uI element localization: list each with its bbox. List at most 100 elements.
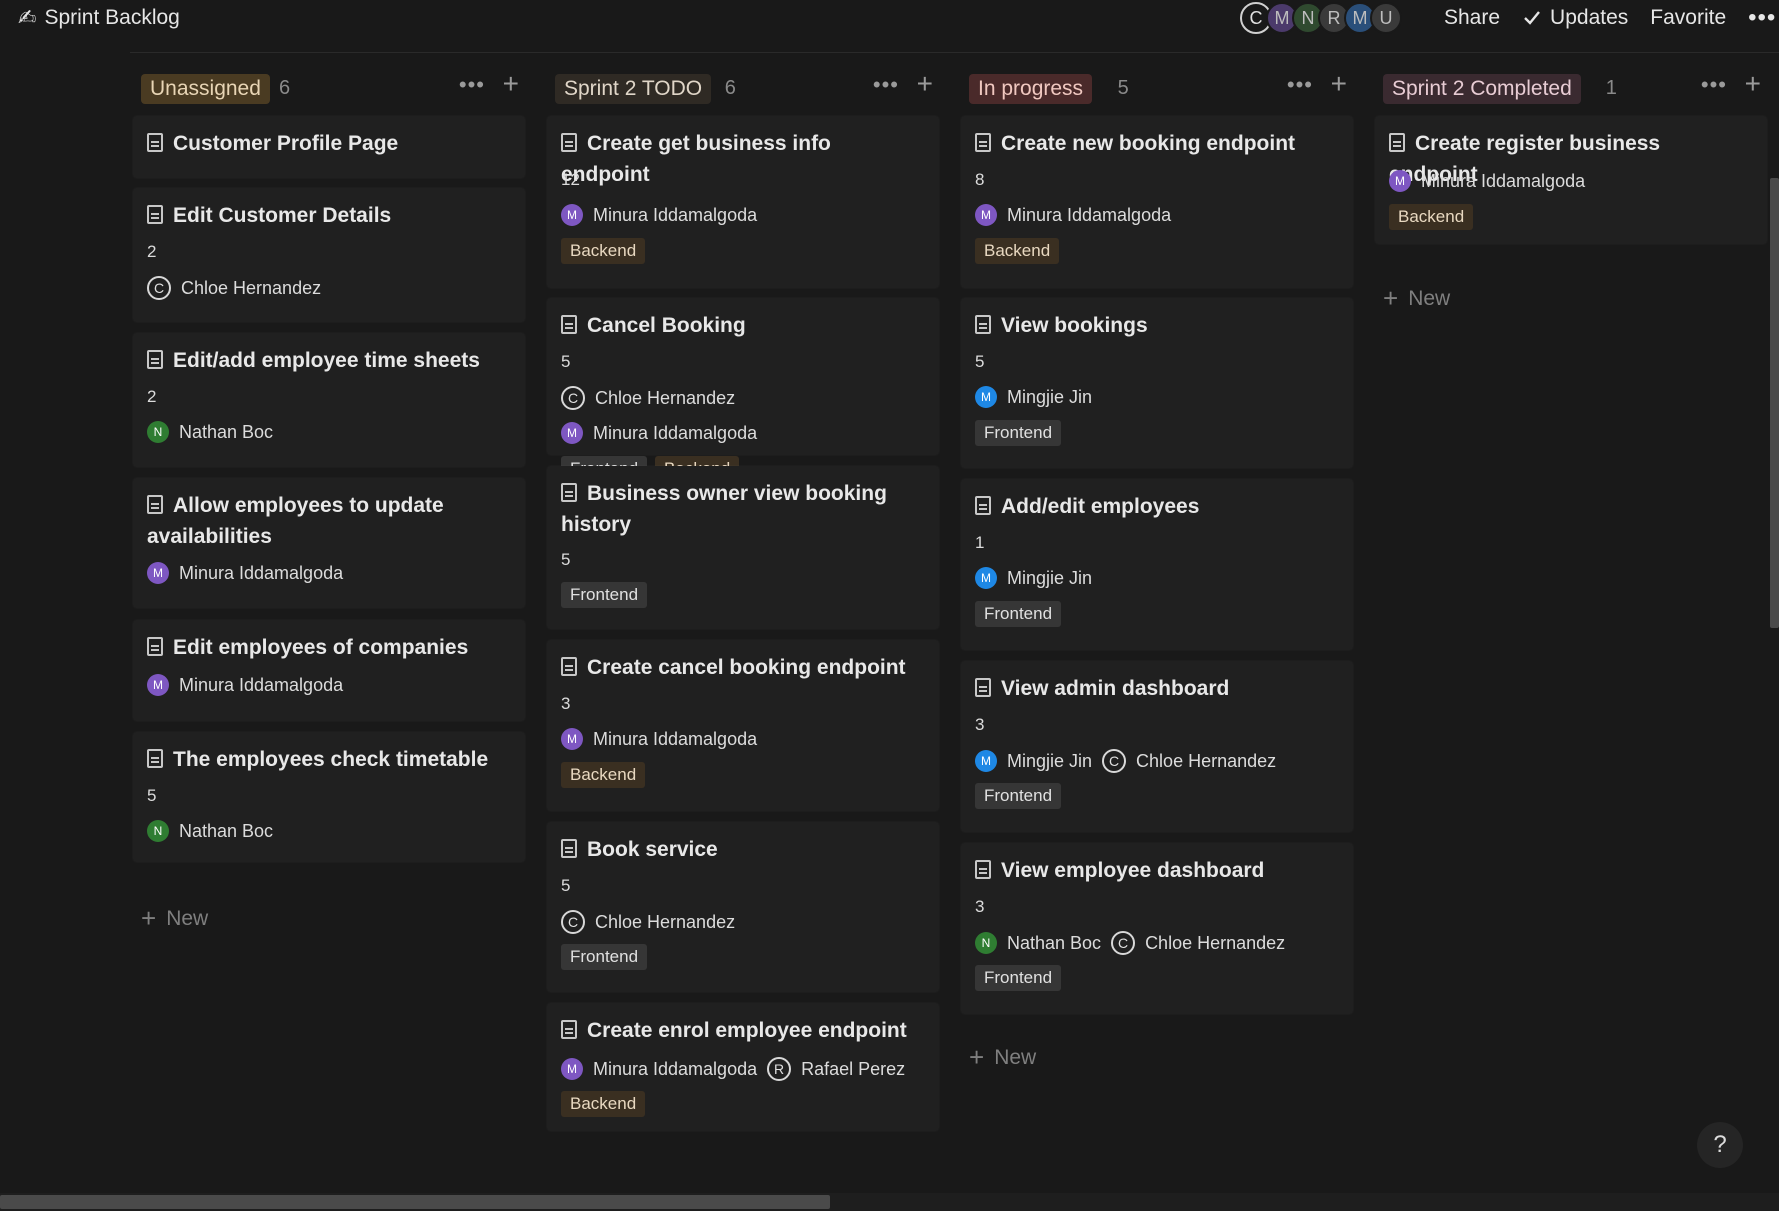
avatar: M: [561, 1058, 583, 1080]
board-card[interactable]: Edit/add employee time sheets 2 N Nathan Bo…: [133, 333, 525, 467]
assignee[interactable]: M Minura Iddamalgoda: [147, 674, 343, 696]
avatar: M: [147, 562, 169, 584]
board-card[interactable]: The employees check timetable 5 N Nathan Bo…: [133, 732, 525, 862]
column-count: 1: [1605, 77, 1617, 99]
column-count: 6: [279, 77, 291, 99]
board-card[interactable]: Create get business info endpoint 12 M Minu…: [547, 116, 939, 288]
page-icon: [147, 133, 163, 152]
card-points: 12: [561, 170, 580, 189]
board-card[interactable]: Edit employees of companies M Minura Iddam…: [133, 620, 525, 721]
card-title: Create enrol employee endpoint: [561, 1015, 925, 1046]
card-title-text: Allow employees to update availabilities: [147, 494, 444, 548]
card-title-text: Create cancel booking endpoint: [587, 656, 906, 679]
page-icon: [975, 133, 991, 152]
board-card[interactable]: Create new booking endpoint 8 M Minura Idda…: [961, 116, 1353, 288]
assignee[interactable]: M Mingjie Jin: [975, 386, 1092, 408]
help-button[interactable]: ?: [1697, 1122, 1743, 1168]
more-options-icon[interactable]: •••: [1748, 4, 1776, 32]
horizontal-scrollbar[interactable]: [0, 1193, 1779, 1211]
column-add-icon[interactable]: +: [1745, 68, 1761, 100]
horizontal-scrollbar-thumb[interactable]: [0, 1195, 830, 1209]
vertical-scrollbar-thumb[interactable]: [1770, 178, 1779, 628]
assignee[interactable]: C Chloe Hernandez: [561, 910, 735, 934]
board-card[interactable]: View bookings 5 M Mingjie Jin Frontend: [961, 298, 1353, 468]
card-tags: Frontend: [561, 944, 648, 970]
page-icon: [975, 678, 991, 697]
assignee[interactable]: M Mingjie Jin: [975, 567, 1092, 589]
assignee[interactable]: N Nathan Boc: [975, 932, 1101, 954]
assignee[interactable]: M Minura Iddamalgoda: [561, 728, 757, 750]
collaborator-avatars[interactable]: CMNRMU: [1240, 2, 1402, 34]
page-title: Sprint Backlog: [44, 6, 180, 29]
column-status-pill[interactable]: Sprint 2 Completed: [1383, 74, 1581, 104]
card-title: The employees check timetable: [147, 744, 511, 775]
column-more-icon[interactable]: •••: [1287, 72, 1313, 98]
column-status-pill[interactable]: Sprint 2 TODO: [555, 74, 712, 104]
board-card[interactable]: Create cancel booking endpoint 3 M Minura I…: [547, 640, 939, 811]
column-more-icon[interactable]: •••: [873, 72, 899, 98]
card-tags: Backend: [561, 762, 646, 788]
assignee[interactable]: M Minura Iddamalgoda: [975, 204, 1171, 226]
column-status-pill[interactable]: Unassigned: [141, 74, 270, 104]
assignee-name: Mingjie Jin: [1007, 386, 1093, 407]
column-header: Sprint 2 TODO 6 ••• +: [547, 58, 939, 120]
board-card[interactable]: Book service 5 C Chloe Hernandez Frontend: [547, 822, 939, 992]
updates-label: Updates: [1550, 6, 1629, 29]
assignee-row: M Minura Iddamalgoda: [561, 204, 757, 226]
card-title: View admin dashboard: [975, 673, 1339, 704]
board-card[interactable]: Allow employees to update availabilities…: [133, 478, 525, 608]
assignee[interactable]: C Chloe Hernandez: [1111, 931, 1285, 955]
column-more-icon[interactable]: •••: [459, 72, 485, 98]
board-card[interactable]: Edit Customer Details 2 C Chloe Hernandez: [133, 188, 525, 322]
column-more-icon[interactable]: •••: [1701, 72, 1727, 98]
share-button[interactable]: Share: [1444, 4, 1500, 32]
avatar: M: [561, 728, 583, 750]
assignee[interactable]: C Chloe Hernandez: [147, 276, 321, 300]
card-title: Create cancel booking endpoint: [561, 652, 925, 683]
assignee[interactable]: M Minura Iddamalgoda: [561, 1058, 757, 1080]
tag-frontend: Frontend: [975, 965, 1062, 991]
tag-frontend: Frontend: [561, 582, 648, 608]
assignee[interactable]: R Rafael Perez: [767, 1057, 905, 1081]
assignee[interactable]: C Chloe Hernandez: [561, 386, 735, 410]
avatar: C: [1102, 749, 1127, 773]
new-card-button[interactable]: + New: [1383, 283, 1450, 314]
assignee[interactable]: M Minura Iddamalgoda: [561, 422, 757, 444]
column-add-icon[interactable]: +: [503, 68, 519, 100]
assignee-name: Nathan Boc: [179, 820, 274, 841]
assignee[interactable]: N Nathan Boc: [147, 820, 273, 842]
card-points: 3: [975, 897, 985, 916]
avatar: C: [561, 910, 585, 934]
assignee[interactable]: M Mingjie Jin: [975, 750, 1092, 772]
assignee-name: Chloe Hernandez: [595, 911, 736, 932]
page-title-area[interactable]: ✍ Sprint Backlog: [18, 4, 180, 32]
assignee[interactable]: M Minura Iddamalgoda: [561, 204, 757, 226]
assignee[interactable]: M Minura Iddamalgoda: [1389, 170, 1585, 192]
assignee[interactable]: C Chloe Hernandez: [1102, 749, 1276, 773]
assignee[interactable]: N Nathan Boc: [147, 421, 273, 443]
column-add-icon[interactable]: +: [1331, 68, 1347, 100]
board-card[interactable]: View admin dashboard 3 M Mingjie Jin C Chloe …: [961, 661, 1353, 832]
collaborator-avatar[interactable]: U: [1370, 2, 1402, 34]
board-card[interactable]: Add/edit employees 1 M Mingjie Jin Frontend: [961, 479, 1353, 650]
board-card[interactable]: Create register business endpoint M Minura…: [1375, 116, 1767, 244]
assignee-name: Nathan Boc: [179, 421, 274, 442]
new-card-button[interactable]: + New: [969, 1042, 1036, 1073]
page-icon: [147, 495, 163, 514]
favorite-button[interactable]: Favorite: [1650, 4, 1726, 32]
column-header: Unassigned 6 ••• +: [133, 58, 525, 120]
new-card-button[interactable]: + New: [141, 903, 208, 934]
assignee[interactable]: M Minura Iddamalgoda: [147, 562, 343, 584]
avatar: R: [767, 1057, 792, 1081]
board-card[interactable]: Customer Profile Page: [133, 116, 525, 178]
board-card[interactable]: Business owner view booking history 5 Fron…: [547, 466, 939, 629]
tag-frontend: Frontend: [975, 783, 1062, 809]
column-count: 6: [724, 77, 736, 99]
updates-button[interactable]: Updates: [1522, 4, 1628, 32]
board-card[interactable]: View employee dashboard 3 N Nathan Boc C Chlo…: [961, 843, 1353, 1014]
board-card[interactable]: Cancel Booking 5 C Chloe Hernandez M Minura I…: [547, 298, 939, 482]
assignee-name: Mingjie Jin: [1007, 750, 1093, 771]
board-card[interactable]: Create enrol employee endpoint M Minura Id…: [547, 1003, 939, 1131]
column-add-icon[interactable]: +: [917, 68, 933, 100]
column-status-pill[interactable]: In progress: [969, 74, 1093, 104]
